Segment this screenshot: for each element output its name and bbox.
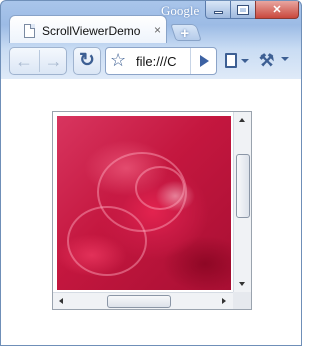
tab-scrollviewerdemo[interactable]: ScrollViewerDemo × bbox=[9, 15, 167, 43]
url-text[interactable]: file:///C bbox=[136, 54, 186, 69]
minimize-icon bbox=[213, 11, 223, 14]
scroll-right-arrow-icon[interactable] bbox=[222, 298, 226, 304]
horizontal-scroll-thumb[interactable] bbox=[107, 295, 171, 308]
toolbar: ← → ↻ ☆ file:///C ⚒ bbox=[1, 43, 301, 79]
chevron-down-icon bbox=[281, 57, 289, 61]
chevron-down-icon bbox=[241, 59, 249, 63]
browser-window: Google ✕ ScrollViewerDemo × + ← → ↻ ☆ fi… bbox=[0, 0, 302, 346]
minimize-button[interactable] bbox=[205, 1, 231, 19]
close-icon: ✕ bbox=[272, 4, 282, 16]
forward-button[interactable]: → bbox=[39, 50, 67, 72]
tab-title: ScrollViewerDemo bbox=[42, 24, 141, 38]
address-bar[interactable]: ☆ file:///C bbox=[105, 47, 217, 75]
back-button[interactable]: ← bbox=[10, 50, 38, 72]
navigation-buttons: ← → bbox=[9, 47, 67, 75]
scroll-up-arrow-icon[interactable] bbox=[239, 118, 245, 122]
page-icon bbox=[225, 53, 237, 68]
wrench-icon: ⚒ bbox=[259, 51, 275, 70]
star-icon[interactable]: ☆ bbox=[110, 50, 126, 71]
new-tab-button[interactable]: + bbox=[170, 24, 202, 42]
page-content bbox=[2, 79, 301, 345]
tools-menu-button[interactable]: ⚒ bbox=[259, 51, 293, 71]
maximize-icon bbox=[237, 4, 249, 15]
close-window-button[interactable]: ✕ bbox=[255, 1, 299, 19]
tab-close-button[interactable]: × bbox=[154, 23, 161, 37]
scroll-down-arrow-icon[interactable] bbox=[239, 282, 245, 286]
page-favicon-icon bbox=[24, 24, 35, 38]
go-arrow-icon bbox=[200, 55, 209, 67]
brand-label: Google bbox=[161, 3, 200, 18]
plus-icon: + bbox=[180, 25, 190, 42]
petal-highlight bbox=[135, 166, 185, 210]
vertical-scroll-thumb[interactable] bbox=[236, 154, 250, 218]
scroll-viewer[interactable] bbox=[52, 111, 252, 310]
scrollbar-corner bbox=[233, 292, 251, 309]
scroll-left-arrow-icon[interactable] bbox=[59, 298, 63, 304]
scroll-viewport bbox=[57, 116, 231, 290]
go-button[interactable] bbox=[190, 48, 216, 74]
reload-button[interactable]: ↻ bbox=[73, 47, 101, 75]
maximize-button[interactable] bbox=[230, 1, 256, 19]
vertical-scrollbar[interactable] bbox=[233, 112, 251, 292]
horizontal-scrollbar[interactable] bbox=[53, 292, 233, 309]
page-menu-button[interactable] bbox=[223, 53, 251, 73]
petal-highlight bbox=[67, 206, 147, 276]
